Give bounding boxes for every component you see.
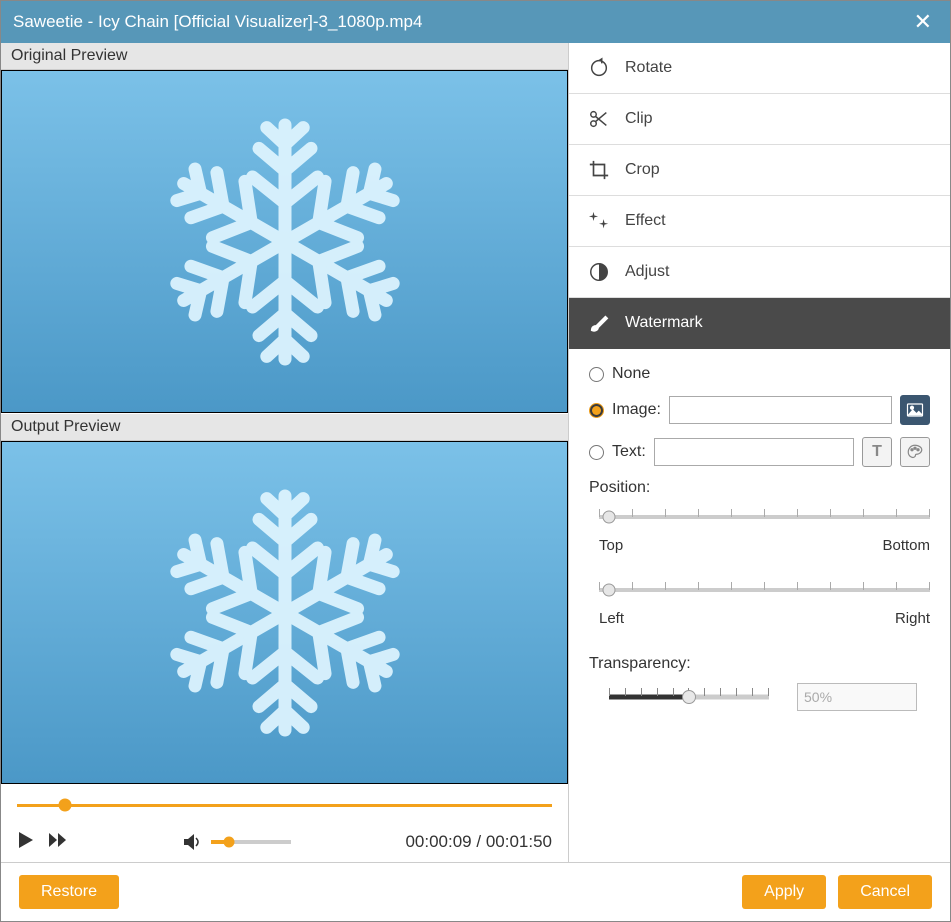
volume-slider[interactable] [211, 840, 291, 844]
volume-icon[interactable] [183, 833, 203, 851]
footer: Restore Apply Cancel [1, 862, 950, 921]
tab-label: Effect [625, 212, 666, 230]
transparency-input[interactable] [797, 683, 917, 711]
text-style-button[interactable]: T [862, 437, 892, 467]
position-title: Position: [589, 479, 930, 497]
window-title: Saweetie - Icy Chain [Official Visualize… [13, 12, 422, 32]
right-column: Rotate Clip Crop [569, 43, 950, 862]
tab-effect[interactable]: Effect [569, 196, 950, 247]
left-column: Original Preview [1, 43, 569, 862]
watermark-text-radio[interactable] [589, 445, 604, 460]
brush-icon [587, 312, 611, 334]
close-icon[interactable]: ✕ [908, 9, 938, 35]
sparkle-icon [587, 210, 611, 232]
transparency-slider[interactable] [609, 687, 769, 707]
watermark-none-label: None [612, 365, 650, 383]
position-vertical-slider[interactable] [599, 507, 930, 527]
watermark-text-input[interactable] [654, 438, 854, 466]
time-display: 00:00:09 / 00:01:50 [405, 832, 552, 852]
pos-right-label: Right [895, 610, 930, 627]
watermark-panel: None Image: Text: T [569, 349, 950, 727]
tab-label: Rotate [625, 59, 672, 77]
playback-controls: 00:00:09 / 00:01:50 [1, 785, 568, 862]
tab-label: Watermark [625, 314, 703, 332]
pos-top-label: Top [599, 537, 623, 554]
editor-window: Saweetie - Icy Chain [Official Visualize… [0, 0, 951, 922]
scissors-icon [587, 108, 611, 130]
tab-watermark[interactable]: Watermark [569, 298, 950, 349]
tab-crop[interactable]: Crop [569, 145, 950, 196]
cancel-button[interactable]: Cancel [838, 875, 932, 909]
output-preview[interactable] [1, 441, 568, 784]
timeline-slider[interactable] [17, 791, 552, 819]
restore-button[interactable]: Restore [19, 875, 119, 909]
color-palette-button[interactable] [900, 437, 930, 467]
snowflake-icon [155, 112, 415, 372]
pos-bottom-label: Bottom [882, 537, 930, 554]
tab-adjust[interactable]: Adjust [569, 247, 950, 298]
rotate-icon [587, 57, 611, 79]
browse-image-button[interactable] [900, 395, 930, 425]
apply-button[interactable]: Apply [742, 875, 826, 909]
original-preview-label: Original Preview [1, 43, 568, 70]
pos-left-label: Left [599, 610, 624, 627]
crop-icon [587, 159, 611, 181]
watermark-image-radio[interactable] [589, 403, 604, 418]
watermark-none-radio[interactable] [589, 367, 604, 382]
snowflake-icon [155, 483, 415, 743]
current-time: 00:00:09 [405, 832, 471, 851]
tool-tabs: Rotate Clip Crop [569, 43, 950, 349]
duration: 00:01:50 [486, 832, 552, 851]
fast-forward-icon[interactable] [49, 832, 69, 851]
transparency-title: Transparency: [589, 655, 930, 673]
tab-label: Crop [625, 161, 660, 179]
position-horizontal-slider[interactable] [599, 580, 930, 600]
tab-clip[interactable]: Clip [569, 94, 950, 145]
play-icon[interactable] [17, 831, 35, 852]
titlebar: Saweetie - Icy Chain [Official Visualize… [1, 1, 950, 43]
tab-label: Adjust [625, 263, 669, 281]
tab-rotate[interactable]: Rotate [569, 43, 950, 94]
original-preview[interactable] [1, 70, 568, 413]
tab-label: Clip [625, 110, 653, 128]
adjust-icon [587, 261, 611, 283]
watermark-text-label: Text: [612, 443, 646, 461]
output-preview-label: Output Preview [1, 414, 568, 441]
watermark-image-input[interactable] [669, 396, 892, 424]
main-area: Original Preview [1, 43, 950, 862]
watermark-image-label: Image: [612, 401, 661, 419]
